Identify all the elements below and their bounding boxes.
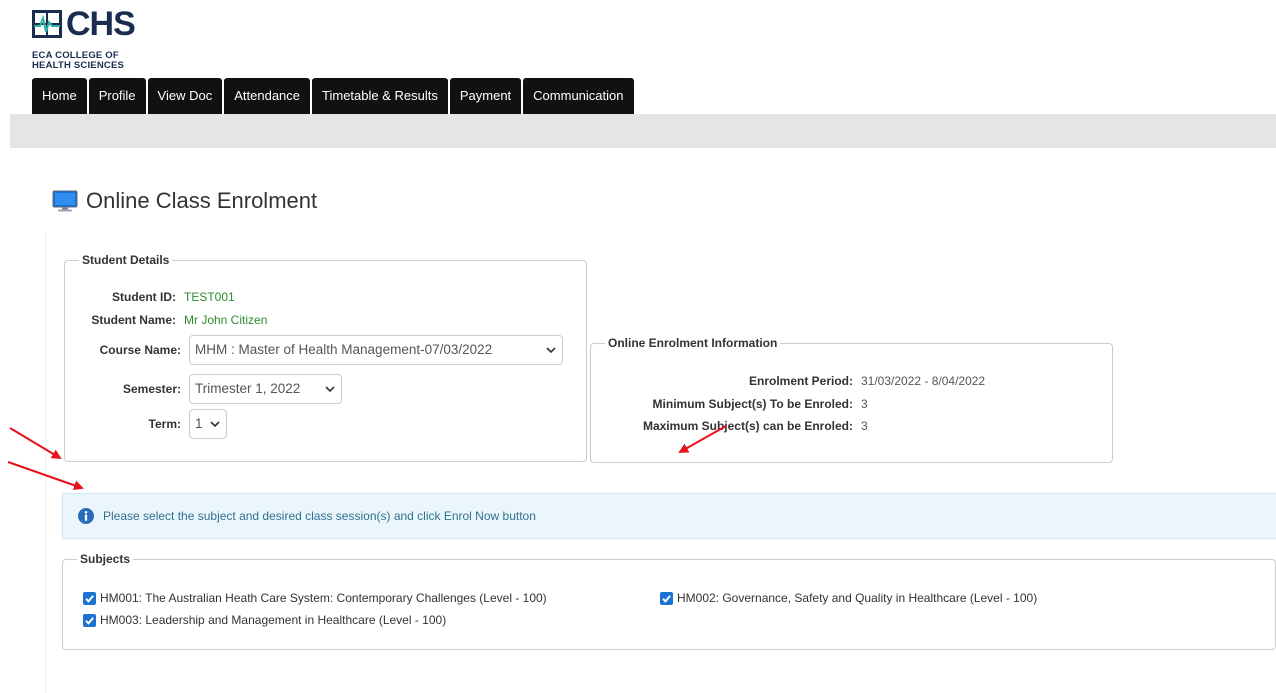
annotation-arrow-3 bbox=[678, 425, 727, 453]
annotation-arrows bbox=[7, 425, 727, 491]
annotation-arrow-2 bbox=[7, 461, 84, 491]
annotation-arrow-1 bbox=[9, 427, 62, 460]
